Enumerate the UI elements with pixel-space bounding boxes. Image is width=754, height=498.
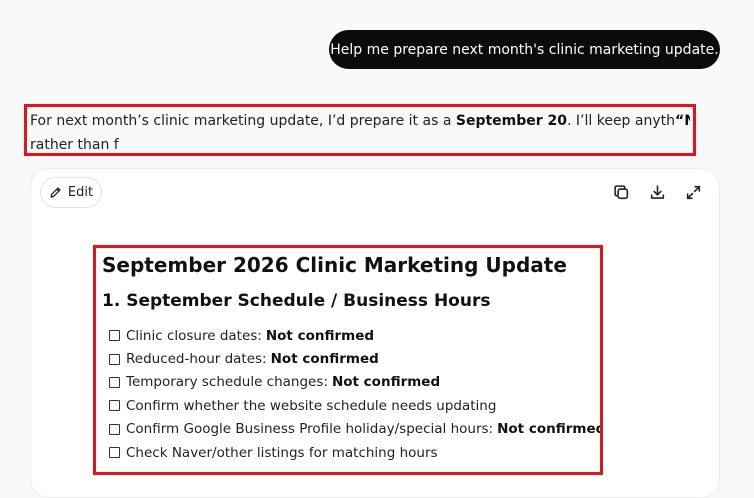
checkbox[interactable] — [109, 400, 120, 412]
checklist-item: Check Naver/other listings for matching … — [102, 441, 594, 464]
checklist-item-label: Temporary schedule changes: — [126, 374, 328, 391]
checklist-item: Clinic closure dates: Not confirmed — [102, 324, 594, 347]
document-title: September 2026 Clinic Marketing Update — [102, 253, 567, 277]
checklist-item-label: Check Naver/other listings for matching … — [126, 444, 438, 461]
checklist: Clinic closure dates: Not confirmed Redu… — [102, 324, 600, 464]
assistant-response-text: For next month’s clinic marketing update… — [24, 104, 696, 156]
user-message-bubble: Help me prepare next month's clinic mark… — [329, 30, 720, 69]
assistant-text-part: For next month’s clinic marketing update… — [30, 113, 456, 129]
checklist-item: Temporary schedule changes: Not confirme… — [102, 371, 594, 394]
section-heading: 1. September Schedule / Business Hours — [102, 291, 491, 311]
checklist-item: Reduced-hour dates: Not confirmed — [102, 347, 594, 370]
user-message-text: Help me prepare next month's clinic mark… — [330, 41, 719, 58]
checklist-item-status: Not confirmed — [497, 421, 603, 438]
checkbox[interactable] — [109, 376, 120, 388]
checkbox[interactable] — [109, 353, 120, 365]
pencil-icon — [49, 186, 62, 199]
checkbox[interactable] — [109, 330, 120, 342]
edit-button[interactable]: Edit — [40, 177, 102, 208]
edit-button-label: Edit — [67, 185, 94, 200]
checklist-item-status: Not confirmed — [331, 374, 441, 391]
checklist-item-label: Confirm Google Business Profile holiday/… — [126, 421, 494, 438]
checkbox[interactable] — [109, 423, 120, 435]
checklist-item-status: Not confirmed — [265, 327, 375, 344]
checklist-item-label: Confirm whether the website schedule nee… — [126, 397, 497, 414]
checklist-item-status: Not confirmed — [270, 351, 379, 368]
checklist-item: Confirm Google Business Profile holiday/… — [102, 418, 600, 441]
checkbox[interactable] — [109, 447, 120, 459]
document-content: September 2026 Clinic Marketing Update 1… — [93, 245, 603, 475]
copy-icon[interactable] — [611, 182, 631, 202]
checklist-item-label: Clinic closure dates: — [126, 327, 262, 344]
assistant-bold-status: “Not conf — [675, 113, 690, 129]
download-icon[interactable] — [647, 182, 667, 202]
checklist-item-label: Reduced-hour dates: — [126, 351, 267, 368]
assistant-bold-date: September 20 — [455, 113, 568, 129]
assistant-text-part: . I’ll keep anyth — [567, 113, 675, 129]
expand-icon[interactable] — [683, 182, 703, 202]
assistant-response-line-1: For next month’s clinic marketing update… — [30, 109, 690, 133]
assistant-response-line-2: rather than f — [30, 137, 119, 153]
checklist-item: Confirm whether the website schedule nee… — [102, 394, 594, 417]
